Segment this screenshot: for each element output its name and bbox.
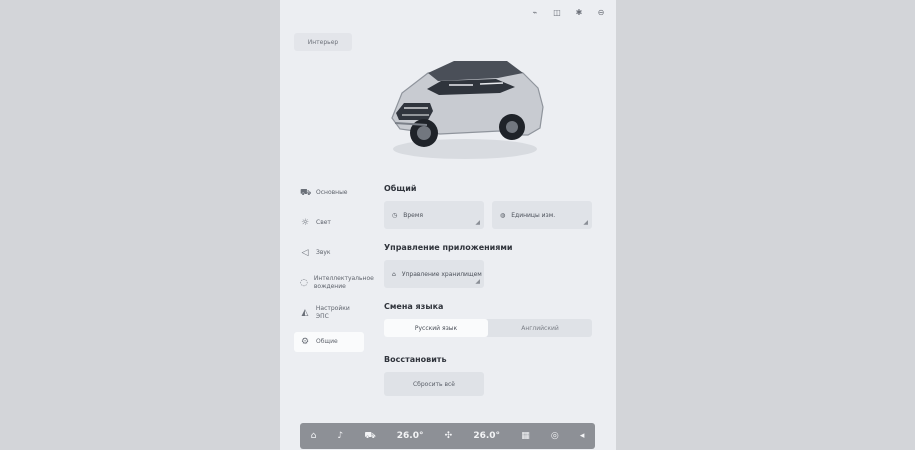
interior-select-label: Интерьер [307, 38, 339, 46]
sidebar-item-label: Настройки ЭПС [315, 305, 350, 320]
interior-select[interactable]: Интерьер [294, 33, 352, 51]
home-icon[interactable]: ⌂ [311, 431, 317, 441]
sidebar-item-label: Интеллектуальное вождение [313, 275, 374, 290]
left-temperature[interactable]: 26.0° [397, 431, 424, 441]
right-temperature[interactable]: 26.0° [473, 431, 500, 441]
sidebar-item-eps[interactable]: ◭ Настройки ЭПС [294, 302, 364, 324]
reset-all-button[interactable]: Сбросить всё [384, 372, 484, 396]
car-icon: ⛟ [300, 187, 312, 198]
sidebar-item-general[interactable]: ⚙ Общие [294, 332, 364, 352]
suv-illustration [391, 61, 544, 159]
sidebar-item-light[interactable]: ☼ Свет [294, 212, 364, 234]
language-section-title: Смена языка [384, 302, 444, 311]
sound-icon: ◁ [301, 248, 309, 258]
light-icon: ☼ [300, 218, 310, 228]
car-icon[interactable]: ⛟ [364, 431, 375, 442]
sidebar-item-label: Общие [316, 338, 338, 345]
grid-icon[interactable]: ▦ [521, 431, 530, 441]
car-image [370, 45, 560, 165]
apps-section-title: Управление приложениями [384, 243, 513, 252]
chevron-icon: ◢ [583, 219, 588, 226]
settings-icon: ⚙ [300, 337, 310, 347]
restore-section-title: Восстановить [384, 355, 447, 364]
language-russian-option[interactable]: Русский язык [384, 319, 488, 337]
language-english-option[interactable]: Английский [488, 319, 592, 337]
sidebar-item-label: Основные [316, 189, 348, 196]
sidebar-item-main[interactable]: ⛟ Основные [294, 182, 364, 204]
seat-icon[interactable]: ♪ [337, 431, 343, 441]
signal-icon: ◫ [553, 8, 561, 17]
volume-icon[interactable]: ◂ [580, 431, 585, 441]
units-label: Единицы изм. [511, 211, 556, 219]
time-card[interactable]: ◷ Время ◢ [384, 201, 484, 229]
fan-icon[interactable]: ✣ [445, 431, 453, 441]
drive-icon: ◌ [300, 278, 308, 288]
units-card[interactable]: ◍ Единицы изм. ◢ [492, 201, 592, 229]
bottom-dock: ⌂ ♪ ⛟ 26.0° ✣ 26.0° ▦ ◎ ◂ [300, 423, 595, 449]
storage-management-card[interactable]: ⌂ Управление хранилищем ◢ [384, 260, 484, 288]
chevron-icon: ◢ [475, 219, 480, 226]
language-toggle: Русский язык Английский [384, 319, 592, 337]
status-bar: ⌁ ◫ ✱ ⊖ [530, 8, 606, 17]
settings-icon[interactable]: ⊖ [596, 8, 606, 17]
settings-sidebar: ⛟ Основные ☼ Свет ◁ Звук ◌ Интеллектуаль… [294, 182, 374, 360]
general-section-title: Общий [384, 184, 417, 193]
storage-label: Управление хранилищем [401, 270, 482, 278]
general-settings-content: Общий ◷ Время ◢ ◍ Единицы изм. ◢ Управле… [384, 184, 604, 396]
storage-icon: ⌂ [392, 270, 396, 278]
clock-icon: ◷ [392, 211, 398, 219]
sidebar-item-sound[interactable]: ◁ Звук [294, 242, 364, 264]
steering-icon[interactable]: ◎ [551, 431, 559, 441]
bluetooth-icon: ✱ [575, 8, 583, 17]
chevron-icon: ◢ [475, 278, 480, 285]
vehicle-icon: ◭ [301, 308, 309, 318]
sidebar-item-label: Звук [316, 249, 331, 256]
sidebar-item-label: Свет [316, 219, 331, 226]
sidebar-item-driving[interactable]: ◌ Интеллектуальное вождение [294, 272, 374, 294]
time-label: Время [403, 211, 424, 219]
settings-screen: ⌁ ◫ ✱ ⊖ Интерьер ⛟ Основные ☼ Свет ◁ Зву… [280, 0, 616, 450]
globe-icon: ◍ [500, 211, 506, 219]
wifi-icon: ⌁ [532, 8, 538, 17]
